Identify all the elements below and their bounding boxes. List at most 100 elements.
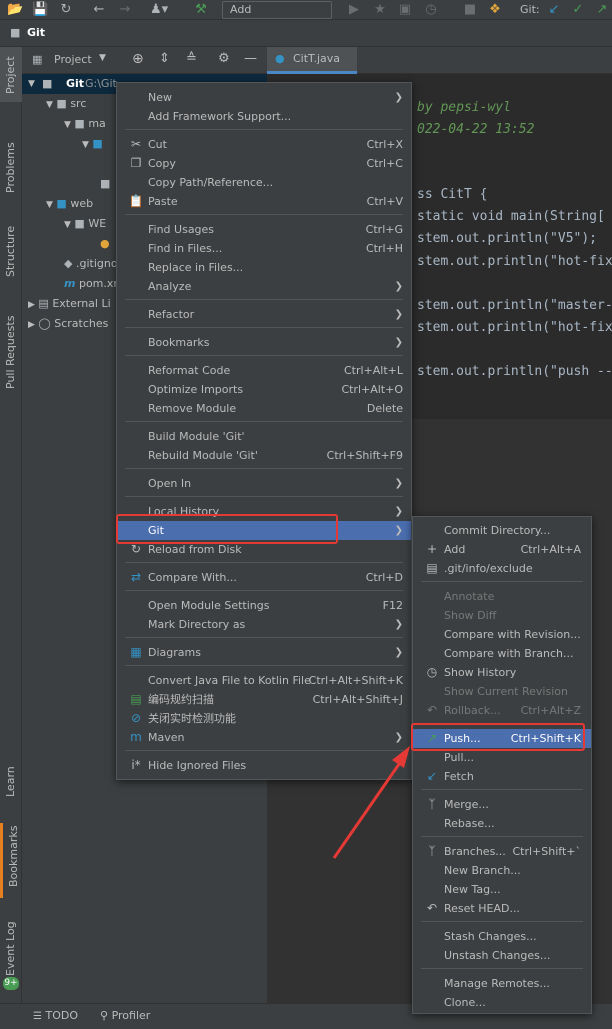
context-menu-item-paste[interactable]: 📋 Paste Ctrl+V [117, 192, 411, 211]
debug-icon[interactable]: ★ [372, 2, 388, 18]
tree-row-main[interactable]: ▼ ■ ma [64, 114, 106, 134]
gear-icon[interactable]: ⚙ [218, 51, 230, 66]
context-menu-item-mark-directory-as[interactable]: Mark Directory as ❯ [117, 615, 411, 634]
context-menu-item-copy[interactable]: ❐ Copy Ctrl+C [117, 154, 411, 173]
git-push-icon[interactable]: ↗ [594, 2, 610, 18]
save-icon[interactable]: 💾 [32, 2, 48, 18]
profile-icon[interactable]: ◷ [423, 2, 439, 18]
context-menu-item-find-in-files[interactable]: Find in Files... Ctrl+H [117, 239, 411, 258]
context-menu-item-label: Convert Java File to Kotlin File [148, 674, 311, 687]
git-submenu-item-new-branch[interactable]: New Branch... [413, 861, 591, 880]
git-submenu-item-show-diff[interactable]: Show Diff [413, 606, 591, 625]
git-submenu-item-branches[interactable]: ᛉ Branches... Ctrl+Shift+` [413, 842, 591, 861]
context-menu-item-convert-java-file-to-kotlin-file[interactable]: Convert Java File to Kotlin File Ctrl+Alt… [117, 671, 411, 690]
context-menu-item-open-in[interactable]: Open In ❯ [117, 474, 411, 493]
git-submenu-item-reset-head[interactable]: ↶ Reset HEAD... [413, 899, 591, 918]
tab-pull-requests[interactable]: Pull Requests [0, 301, 22, 391]
context-menu-item-remove-module[interactable]: Remove Module Delete [117, 399, 411, 418]
git-submenu-item-merge[interactable]: ᛉ Merge... [413, 795, 591, 814]
git-update-icon[interactable]: ↙ [546, 2, 562, 18]
context-menu-item-new[interactable]: New ❯ [117, 88, 411, 107]
context-menu-item-rebuild-module-git[interactable]: Rebuild Module 'Git' Ctrl+Shift+F9 [117, 446, 411, 465]
git-submenu-item-fetch[interactable]: ↙ Fetch [413, 767, 591, 786]
git-commit-icon[interactable]: ✓ [570, 2, 586, 18]
git-submenu-item-rebase[interactable]: Rebase... [413, 814, 591, 833]
tab-problems[interactable]: Problems [0, 125, 22, 195]
git-submenu-item-clone[interactable]: Clone... [413, 993, 591, 1012]
code-line: stem.out.println("master- [417, 298, 612, 313]
tree-row-resources[interactable]: ■ [100, 174, 110, 194]
git-submenu-item-unstash-changes[interactable]: Unstash Changes... [413, 946, 591, 965]
tab-learn[interactable]: Learn [0, 753, 22, 803]
coverage-icon[interactable]: ▣ [397, 2, 413, 18]
context-menu-item-add-framework-support[interactable]: Add Framework Support... [117, 107, 411, 126]
add-configuration-button[interactable]: Add Configuration... [222, 1, 332, 32]
menu-separator [125, 214, 403, 215]
tab-citt-java[interactable]: ● CitT.java [267, 47, 357, 74]
tree-row-src[interactable]: ▼ ■ src [46, 94, 86, 114]
git-submenu-item-commit-directory[interactable]: Commit Directory... [413, 521, 591, 540]
context-menu-item-diagrams[interactable]: ▦ Diagrams ❯ [117, 643, 411, 662]
minimize-icon[interactable]: — [244, 51, 257, 66]
git-submenu-item-add[interactable]: + Add Ctrl+Alt+A [413, 540, 591, 559]
collapse-all-icon[interactable]: ≙ [186, 51, 197, 66]
tree-row-scratches[interactable]: ▶ ◯ Scratches [28, 314, 108, 334]
run-icon[interactable]: ▶ [346, 2, 362, 18]
tab-project[interactable]: Project [0, 47, 22, 102]
tree-row-java[interactable]: ▼ ■ [82, 134, 103, 154]
context-menu-item-analyze[interactable]: Analyze ❯ [117, 277, 411, 296]
context-menu-item-find-usages[interactable]: Find Usages Ctrl+G [117, 220, 411, 239]
context-menu-item-item[interactable]: ▤ 编码规约扫描 Ctrl+Alt+Shift+J [117, 690, 411, 709]
tree-row-web-xml[interactable]: ● [100, 234, 110, 254]
code-line: static void main(String[ [417, 209, 605, 224]
tree-row-web-inf[interactable]: ▼ ■ WE [64, 214, 106, 234]
tree-row-web[interactable]: ▼ ■ web [46, 194, 93, 214]
context-menu-item-bookmarks[interactable]: Bookmarks ❯ [117, 333, 411, 352]
open-folder-icon[interactable]: 📂 [7, 2, 23, 18]
merge-icon: ᛉ [428, 797, 436, 811]
git-submenu-item-rollback[interactable]: ↶ Rollback... Ctrl+Alt+Z [413, 701, 591, 720]
profiler-tab[interactable]: ⚲ Profiler [100, 1009, 150, 1022]
git-submenu-item-compare-with-revision[interactable]: Compare with Revision... [413, 625, 591, 644]
git-submenu-item-compare-with-branch[interactable]: Compare with Branch... [413, 644, 591, 663]
context-menu-item-replace-in-files[interactable]: Replace in Files... [117, 258, 411, 277]
git-submenu-item-manage-remotes[interactable]: Manage Remotes... [413, 974, 591, 993]
git-submenu-item-shortcut: Ctrl+Shift+` [512, 845, 581, 858]
context-menu-item-reformat-code[interactable]: Reformat Code Ctrl+Alt+L [117, 361, 411, 380]
context-menu-item-build-module-git[interactable]: Build Module 'Git' [117, 427, 411, 446]
chevron-down-icon[interactable]: ▼ [99, 53, 106, 63]
git-submenu-item-stash-changes[interactable]: Stash Changes... [413, 927, 591, 946]
context-menu-item-item[interactable]: ⊘ 关闭实时检测功能 [117, 709, 411, 728]
context-menu-item-open-module-settings[interactable]: Open Module Settings F12 [117, 596, 411, 615]
tree-row-external-libraries[interactable]: ▶ ▤ External Li [28, 294, 111, 314]
git-submenu-item-show-history[interactable]: ◷ Show History [413, 663, 591, 682]
context-menu-item-cut[interactable]: ✂ Cut Ctrl+X [117, 135, 411, 154]
git-submenu-item-git-info-exclude[interactable]: ▤ .git/info/exclude [413, 559, 591, 578]
context-menu-item-refactor[interactable]: Refactor ❯ [117, 305, 411, 324]
back-icon[interactable]: ← [91, 2, 107, 18]
breadcrumb-project[interactable]: Git [27, 26, 45, 39]
context-menu-item-optimize-imports[interactable]: Optimize Imports Ctrl+Alt+O [117, 380, 411, 399]
git-submenu-item-new-tag[interactable]: New Tag... [413, 880, 591, 899]
git-submenu-item-show-current-revision[interactable]: Show Current Revision [413, 682, 591, 701]
sync-icon[interactable]: ↻ [58, 2, 74, 18]
user-icon[interactable]: ♟▾ [150, 2, 168, 18]
plugin-icon[interactable]: ❖ [487, 2, 503, 18]
todo-tab[interactable]: ☰ TODO [33, 1009, 78, 1022]
tab-structure[interactable]: Structure [0, 213, 22, 278]
stop-icon[interactable]: ■ [462, 2, 478, 18]
git-submenu-item-annotate[interactable]: Annotate [413, 587, 591, 606]
context-menu-item-compare-with[interactable]: ⇄ Compare With... Ctrl+D [117, 568, 411, 587]
build-hammer-icon[interactable]: ⚒ [193, 2, 209, 18]
context-menu-item-label: Build Module 'Git' [148, 430, 245, 443]
project-view-selector[interactable]: Project [54, 53, 92, 66]
chevron-right-icon: ❯ [394, 478, 403, 489]
tab-bookmarks[interactable]: Bookmarks [0, 823, 22, 898]
java-class-icon: ● [275, 52, 285, 65]
locate-icon[interactable]: ⊕ [132, 51, 144, 67]
expand-all-icon[interactable]: ⇕ [159, 51, 170, 66]
forward-icon[interactable]: → [117, 2, 133, 18]
tree-row-gitignore[interactable]: ◆ .gitigno [64, 254, 118, 274]
context-menu-item-copy-path-reference[interactable]: Copy Path/Reference... [117, 173, 411, 192]
context-menu-item-shortcut: Ctrl+V [366, 195, 403, 208]
